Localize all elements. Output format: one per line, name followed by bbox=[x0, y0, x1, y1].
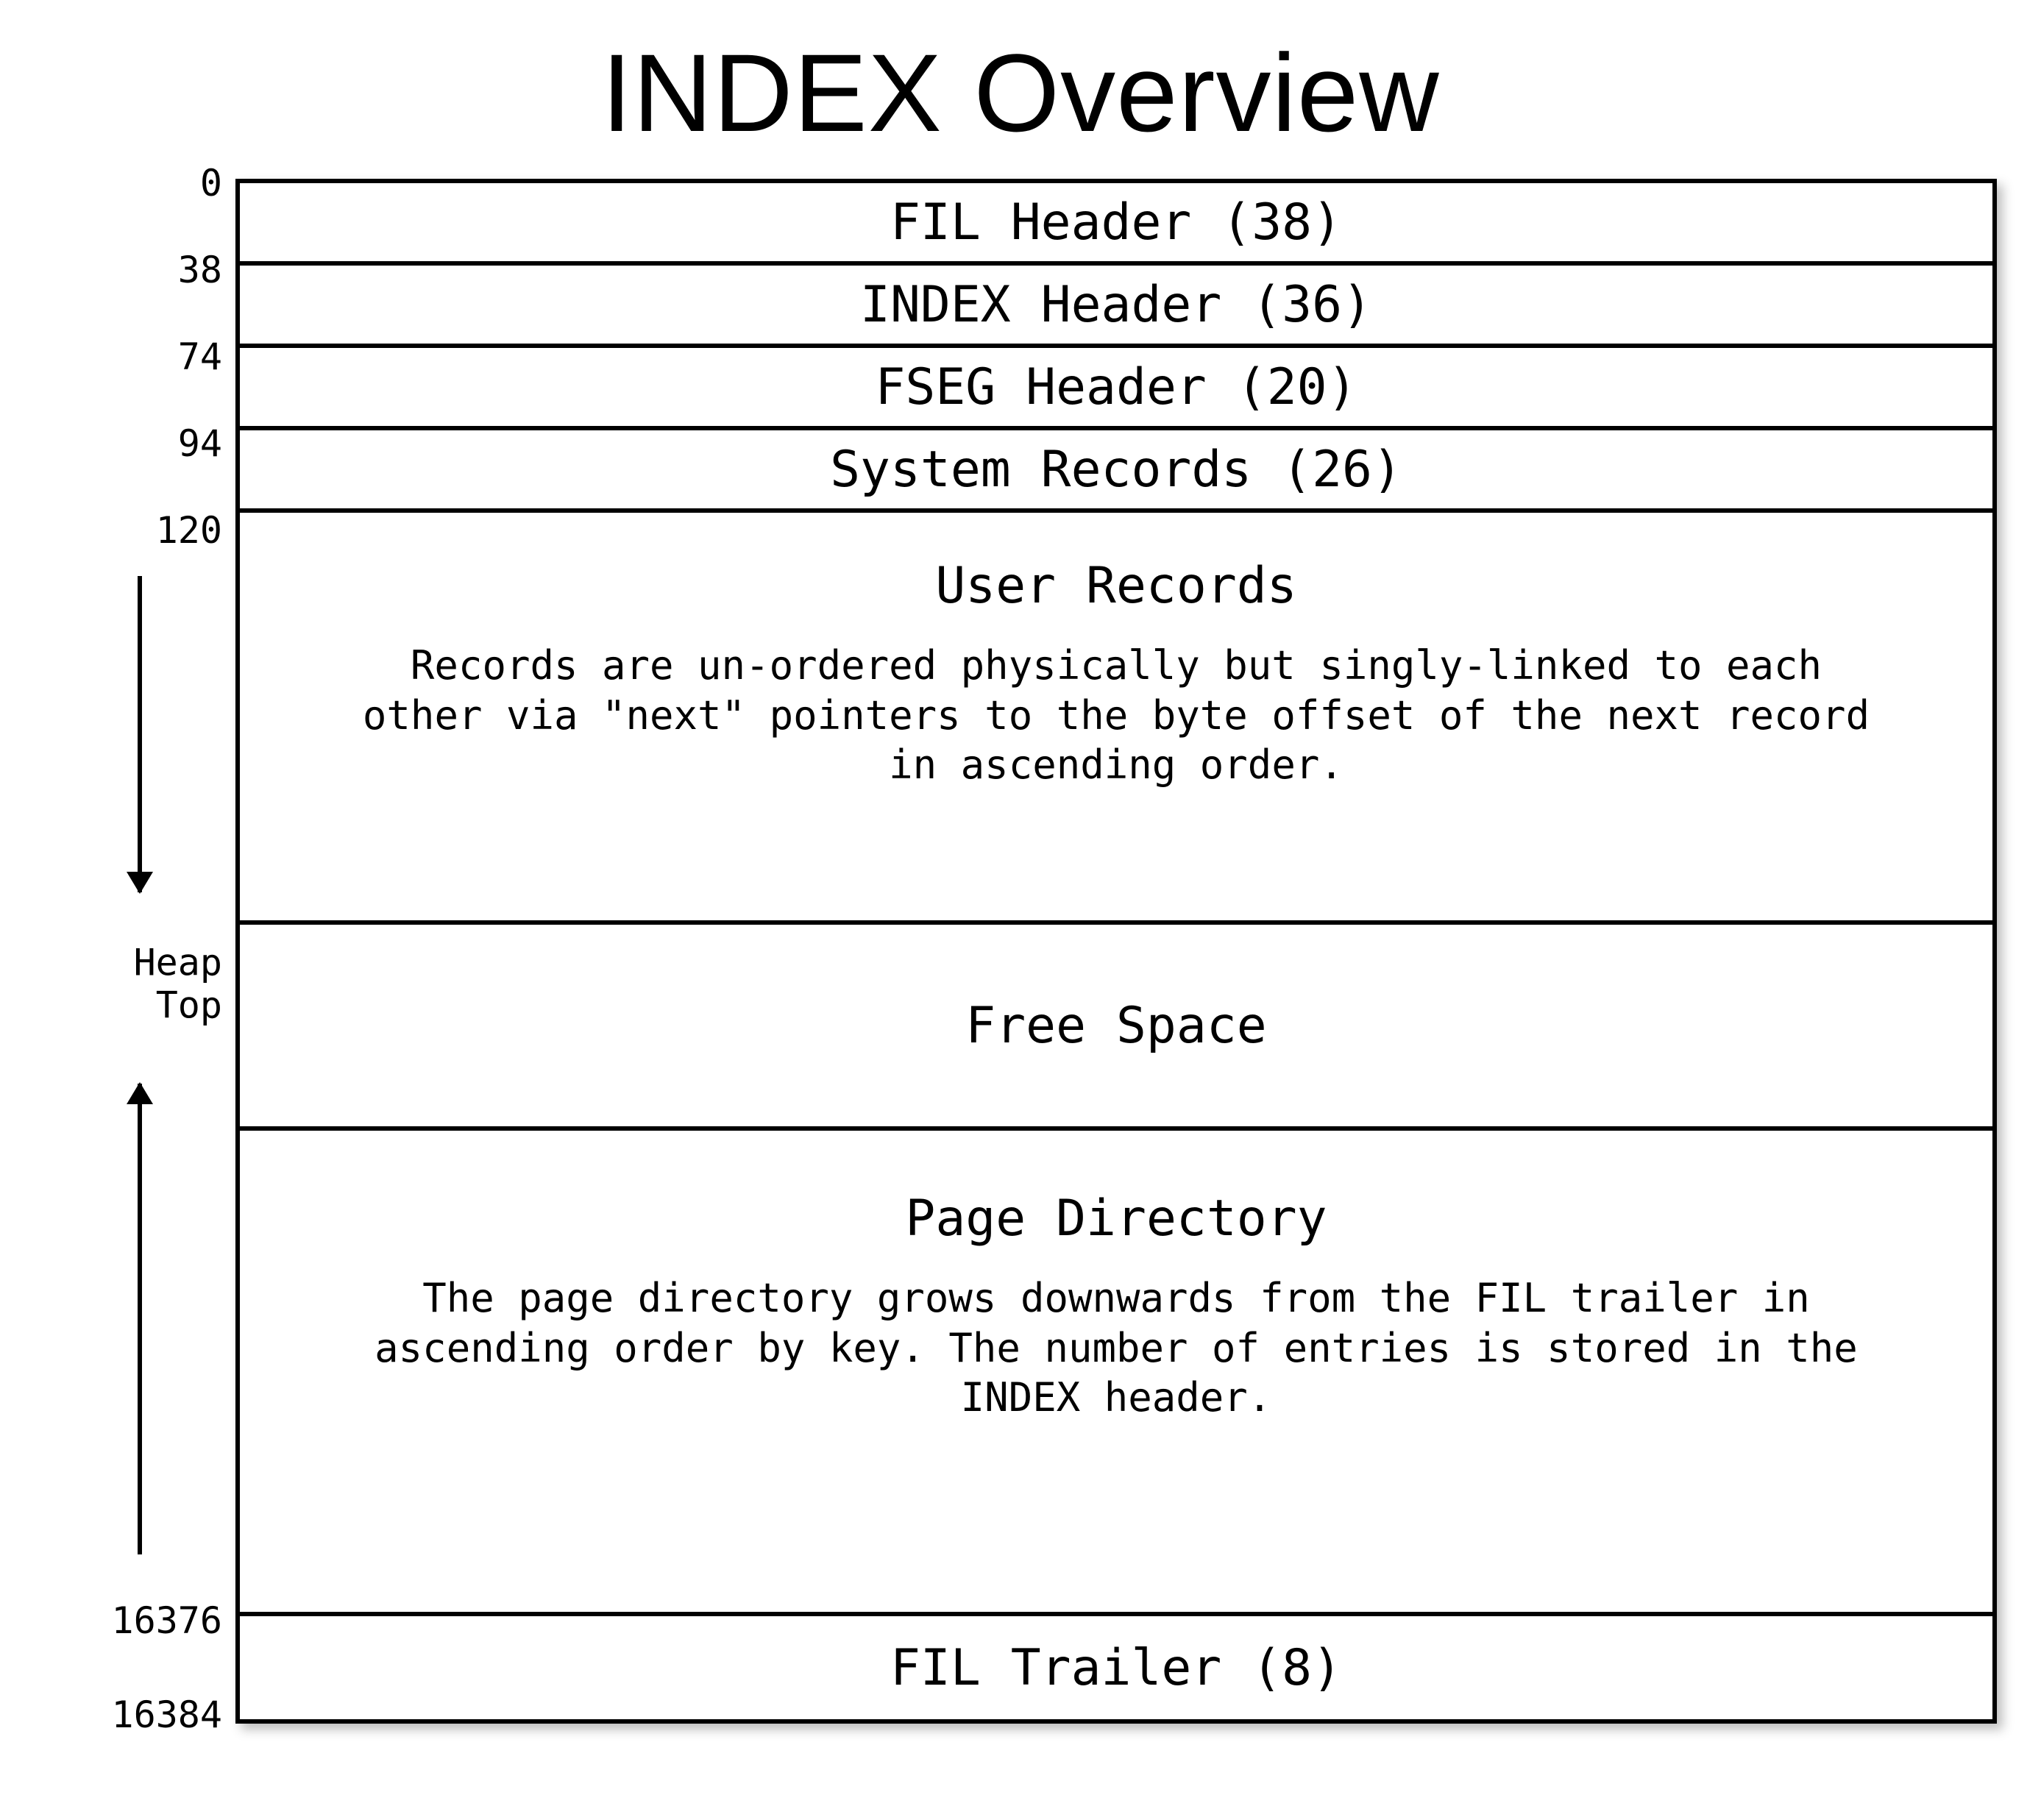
row-user-records: User Records Records are un-ordered phys… bbox=[240, 513, 1992, 925]
row-fseg-header: FSEG Header (20) bbox=[240, 348, 1992, 430]
offset-16384: 16384 bbox=[111, 1693, 222, 1736]
heap-top-line1: Heap bbox=[134, 942, 222, 984]
block-stack: FIL Header (38) INDEX Header (36) FSEG H… bbox=[235, 179, 1997, 1724]
page-title: INDEX Overview bbox=[44, 29, 1997, 157]
label-heap-top: Heap Top bbox=[134, 942, 222, 1027]
page: INDEX Overview 0 38 74 94 120 Heap Top 1… bbox=[0, 0, 2041, 1820]
row-title: System Records (26) bbox=[830, 441, 1402, 499]
row-title: FIL Header (38) bbox=[890, 193, 1342, 252]
row-title: User Records bbox=[935, 557, 1296, 615]
offset-0: 0 bbox=[200, 162, 222, 205]
offset-94: 94 bbox=[178, 422, 222, 465]
row-free-space: Free Space bbox=[240, 925, 1992, 1131]
offset-120: 120 bbox=[156, 509, 222, 552]
row-page-directory: Page Directory The page directory grows … bbox=[240, 1131, 1992, 1616]
row-title: Free Space bbox=[965, 997, 1266, 1055]
row-title: Page Directory bbox=[905, 1190, 1327, 1248]
row-title: FIL Trailer (8) bbox=[890, 1639, 1342, 1697]
arrow-down-icon bbox=[138, 576, 142, 892]
row-fil-header: FIL Header (38) bbox=[240, 183, 1992, 266]
row-desc: Records are un-ordered physically but si… bbox=[344, 641, 1889, 790]
row-index-header: INDEX Header (36) bbox=[240, 266, 1992, 348]
offset-74: 74 bbox=[178, 335, 222, 378]
row-fil-trailer: FIL Trailer (8) bbox=[240, 1616, 1992, 1719]
row-desc: The page directory grows downwards from … bbox=[344, 1273, 1889, 1423]
row-title: FSEG Header (20) bbox=[875, 358, 1357, 416]
row-title: INDEX Header (36) bbox=[860, 276, 1372, 334]
row-system-records: System Records (26) bbox=[240, 430, 1992, 513]
offset-38: 38 bbox=[178, 249, 222, 291]
offset-16376: 16376 bbox=[111, 1599, 222, 1642]
heap-top-line2: Top bbox=[156, 984, 222, 1026]
diagram: 0 38 74 94 120 Heap Top 16376 16384 FIL … bbox=[44, 179, 1997, 1724]
offset-gutter: 0 38 74 94 120 Heap Top 16376 16384 bbox=[44, 179, 235, 1724]
arrow-up-icon bbox=[138, 1084, 142, 1554]
